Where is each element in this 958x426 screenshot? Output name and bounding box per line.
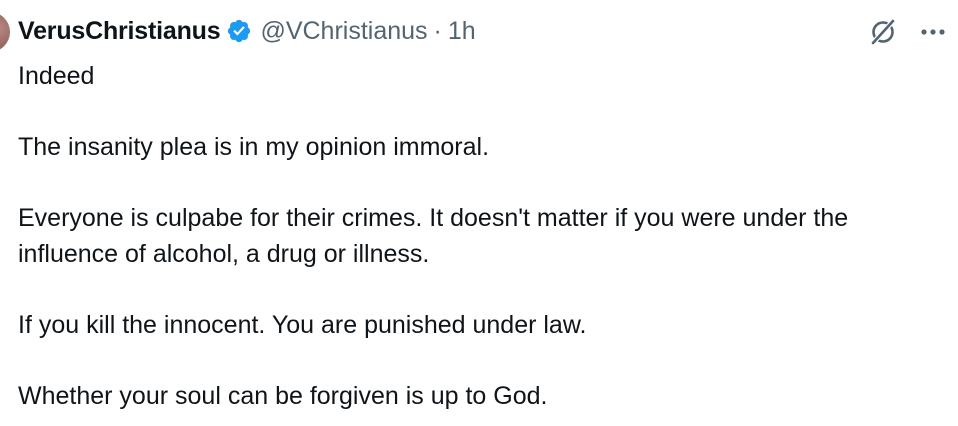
grok-icon[interactable] [868, 17, 898, 47]
header-actions [868, 14, 948, 50]
separator-dot: · [433, 16, 442, 45]
author-display-name[interactable]: VerusChristianus [18, 17, 221, 46]
tweet-paragraph: If you kill the innocent. You are punish… [18, 311, 587, 339]
timestamp[interactable]: 1h [448, 17, 476, 46]
tweet-header: VerusChristianus @VChristianus · 1h [18, 14, 476, 48]
tweet-paragraph: The insanity plea is in my opinion immor… [18, 133, 490, 161]
tweet-paragraph: Whether your soul can be forgiven is up … [18, 382, 548, 410]
verified-badge-icon [226, 18, 252, 44]
tweet-paragraph: Everyone is culpabe for their crimes. It… [18, 204, 849, 268]
tweet-paragraph: Indeed [18, 62, 95, 90]
tweet-text: Indeed The insanity plea is in my opinio… [18, 58, 953, 414]
author-handle[interactable]: @VChristianus [260, 17, 427, 46]
avatar[interactable] [0, 12, 10, 52]
more-options-icon[interactable] [918, 17, 948, 47]
